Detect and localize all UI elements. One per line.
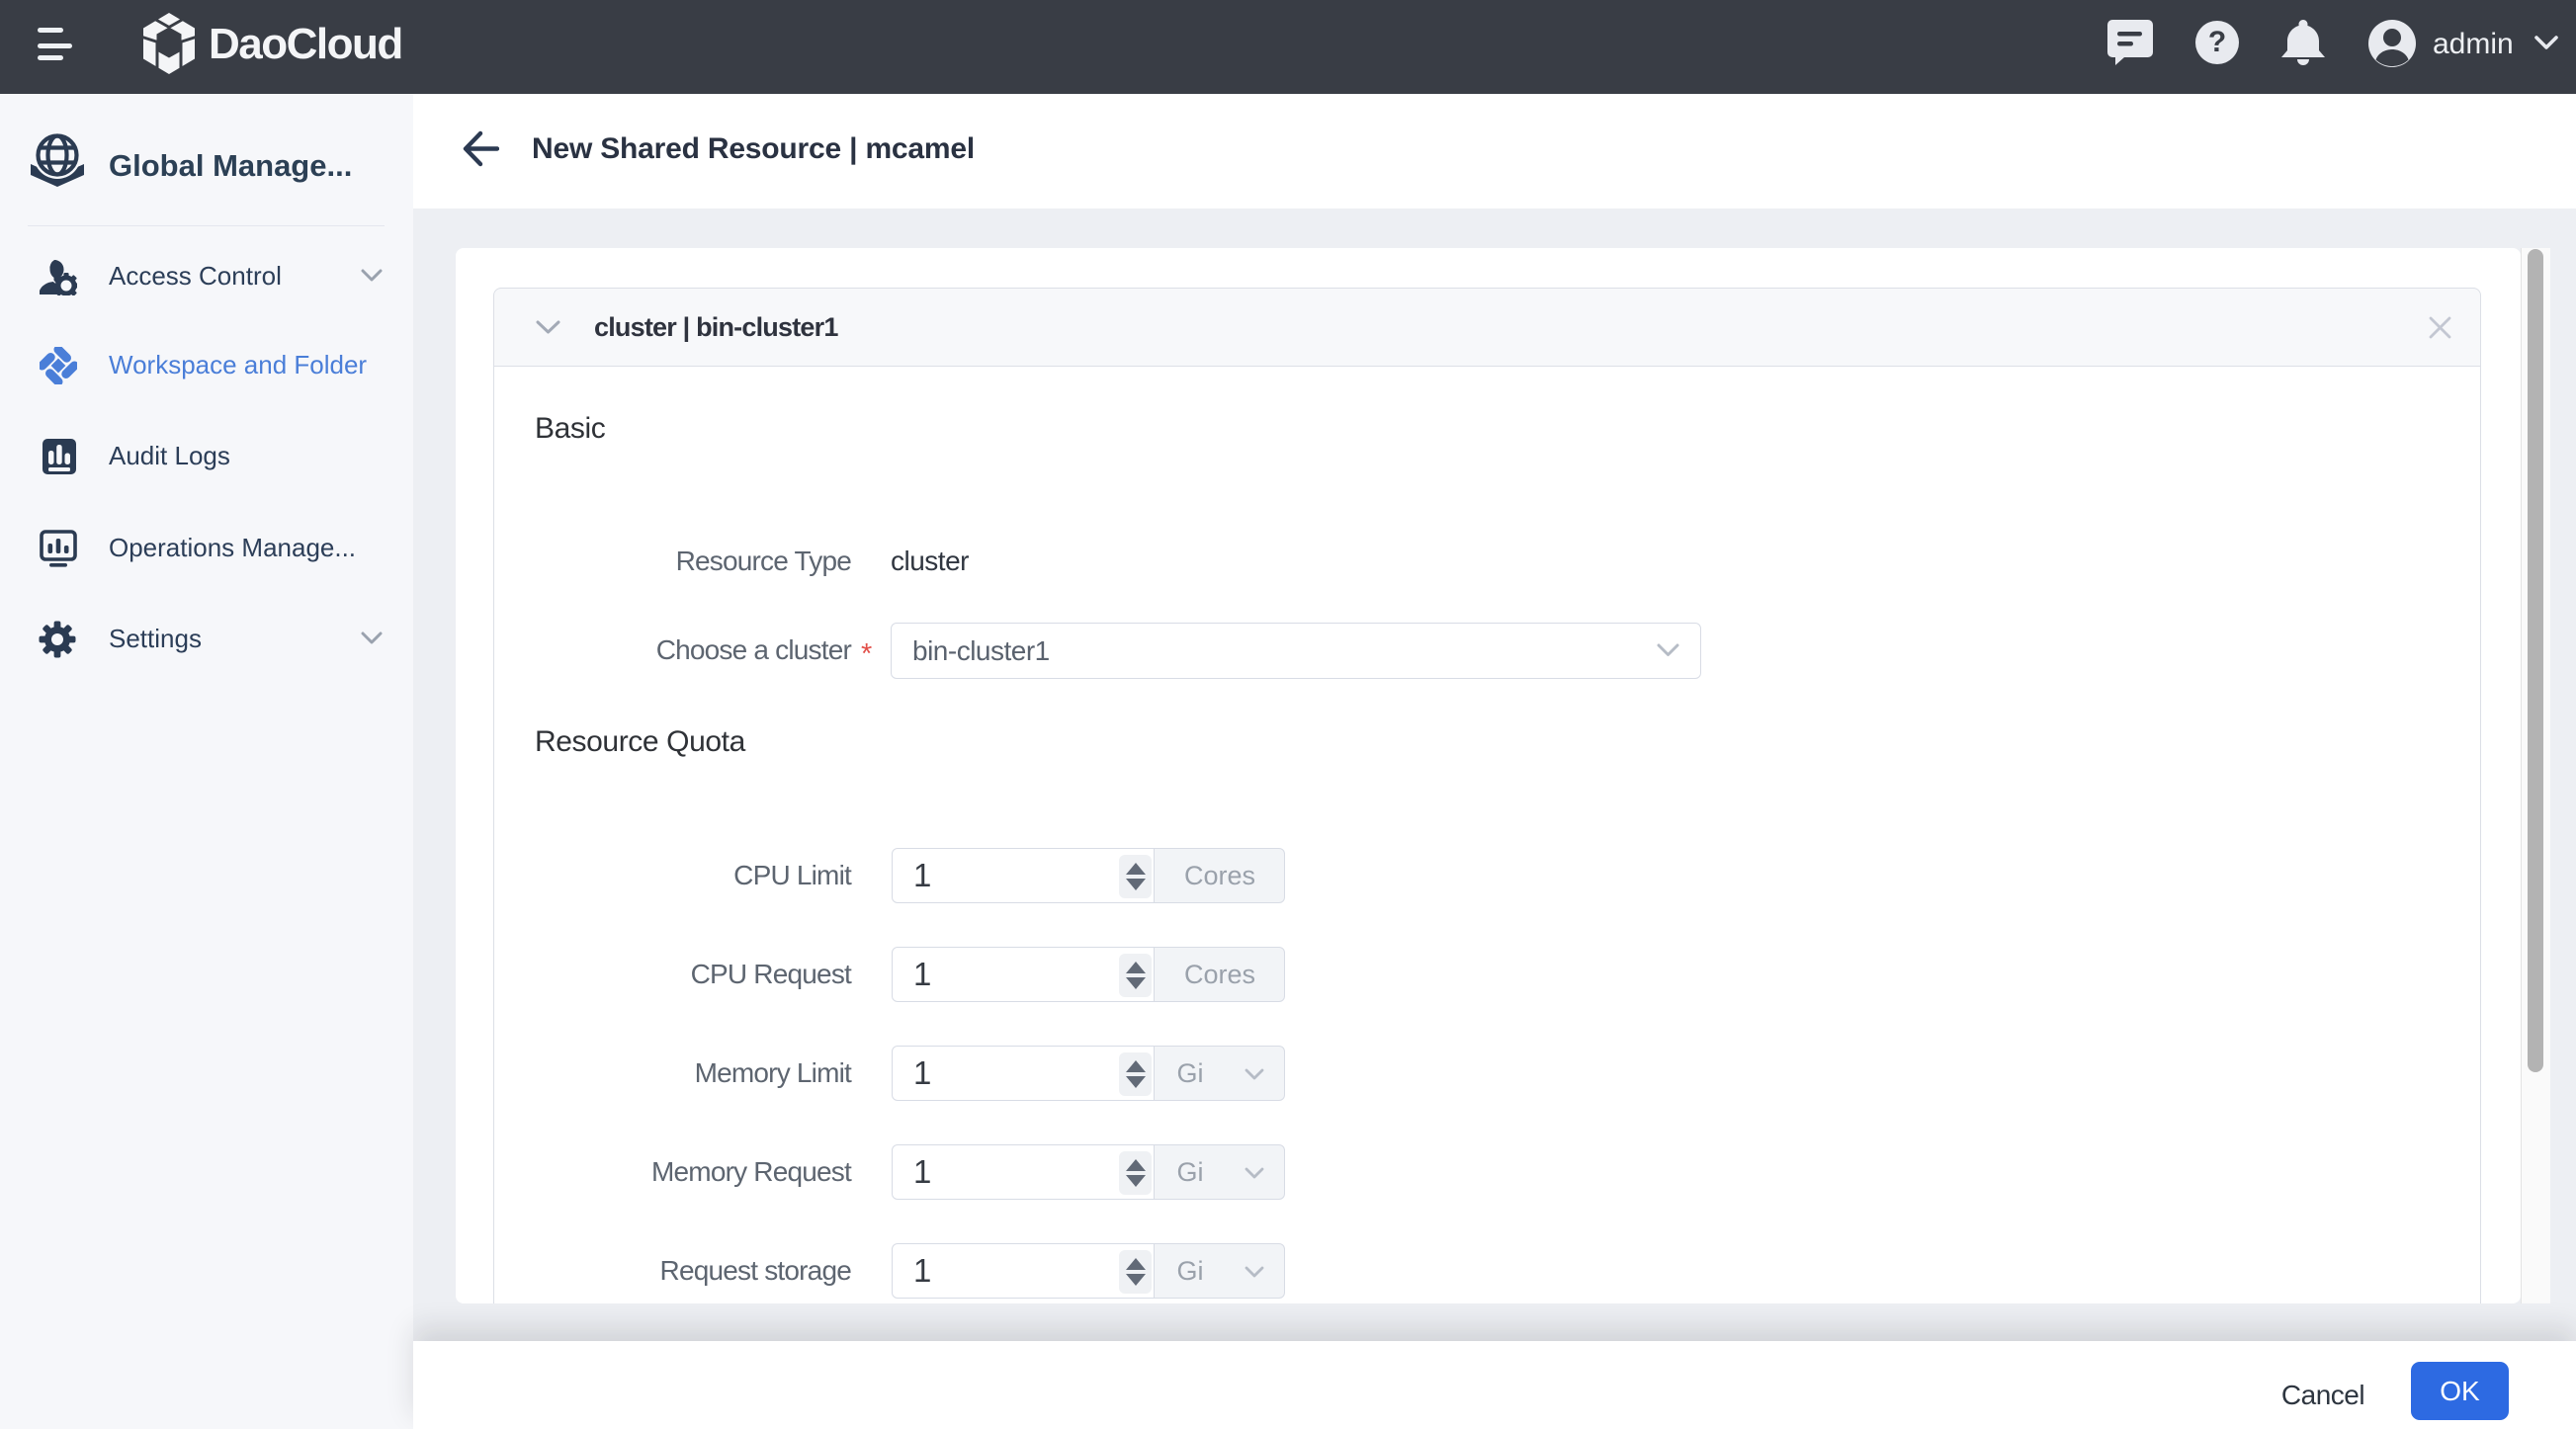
svg-text:?: ?: [2208, 26, 2226, 58]
